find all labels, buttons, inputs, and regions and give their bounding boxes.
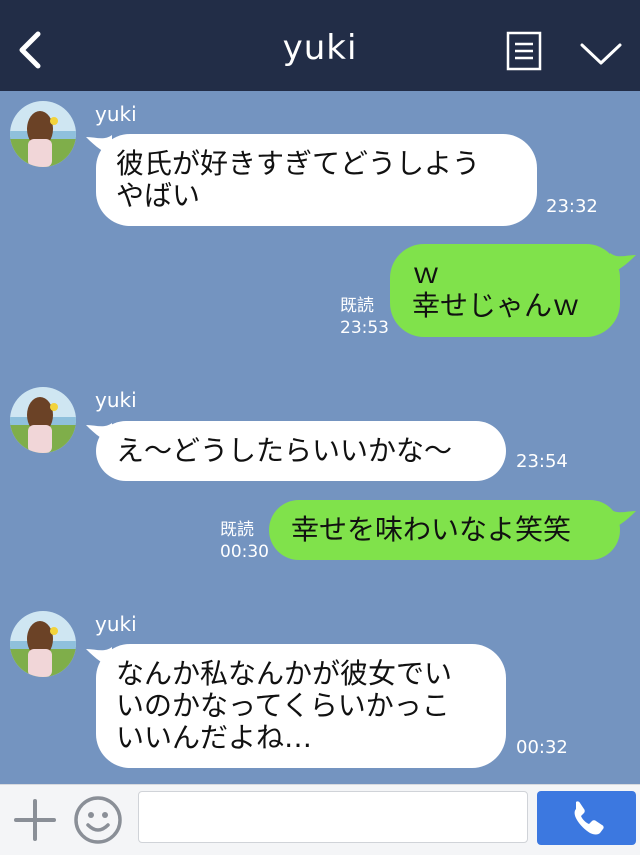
message-bubble[interactable]: え～どうしたらいいかな～ xyxy=(96,421,506,481)
message-text-line: いのかなってくらいかっこ xyxy=(116,689,450,722)
sender-name: yuki xyxy=(95,388,137,412)
message-bubble[interactable]: ｗ 幸せじゃんｗ xyxy=(390,244,620,337)
read-label: 既読 xyxy=(340,296,374,316)
message-bubble[interactable]: 幸せを味わいなよ笑笑 xyxy=(269,500,620,560)
message-text-line: 幸せじゃんｗ xyxy=(412,289,581,322)
read-receipt: 既読 23:53 xyxy=(340,295,389,339)
call-button[interactable] xyxy=(537,791,636,845)
sender-name: yuki xyxy=(95,612,137,636)
avatar-photo-icon xyxy=(10,101,76,167)
message-text-line: いいんだよね… xyxy=(116,721,313,754)
message-input-bar xyxy=(0,784,640,855)
phone-icon xyxy=(574,801,604,835)
avatar[interactable] xyxy=(10,387,76,453)
message-bubble[interactable]: なんか私なんかが彼女でい いのかなってくらいかっこ いいんだよね… xyxy=(96,644,506,768)
message-time: 23:53 xyxy=(340,318,389,338)
chat-title: yuki xyxy=(282,28,358,68)
menu-icon[interactable] xyxy=(506,31,542,71)
message-text-line: やばい xyxy=(116,179,201,212)
smiley-icon[interactable] xyxy=(73,795,123,845)
avatar[interactable] xyxy=(10,611,76,677)
message-list[interactable]: yuki 彼氏が好きすぎてどうしよう やばい 23:32 既読 23:53 ｗ … xyxy=(0,91,640,784)
message-bubble[interactable]: 彼氏が好きすぎてどうしよう やばい xyxy=(96,134,537,226)
read-receipt: 既読 00:30 xyxy=(220,519,269,563)
chat-header: yuki xyxy=(0,0,640,91)
avatar[interactable] xyxy=(10,101,76,167)
message-time: 00:32 xyxy=(516,737,568,758)
chevron-down-icon[interactable] xyxy=(578,35,624,69)
message-text-line: なんか私なんかが彼女でい xyxy=(116,657,453,690)
message-input[interactable] xyxy=(138,791,528,843)
avatar-photo-icon xyxy=(10,387,76,453)
avatar-photo-icon xyxy=(10,611,76,677)
message-time: 23:54 xyxy=(516,451,568,472)
sender-name: yuki xyxy=(95,102,137,126)
message-time: 23:32 xyxy=(546,196,598,217)
message-text-line: え～どうしたらいいかな～ xyxy=(116,434,453,467)
message-time: 00:30 xyxy=(220,542,269,562)
message-text-line: 幸せを味わいなよ笑笑 xyxy=(291,513,572,546)
message-text-line: ｗ xyxy=(412,257,441,290)
plus-icon[interactable] xyxy=(14,799,56,841)
message-text-line: 彼氏が好きすぎてどうしよう xyxy=(116,147,481,180)
read-label: 既読 xyxy=(220,520,254,540)
